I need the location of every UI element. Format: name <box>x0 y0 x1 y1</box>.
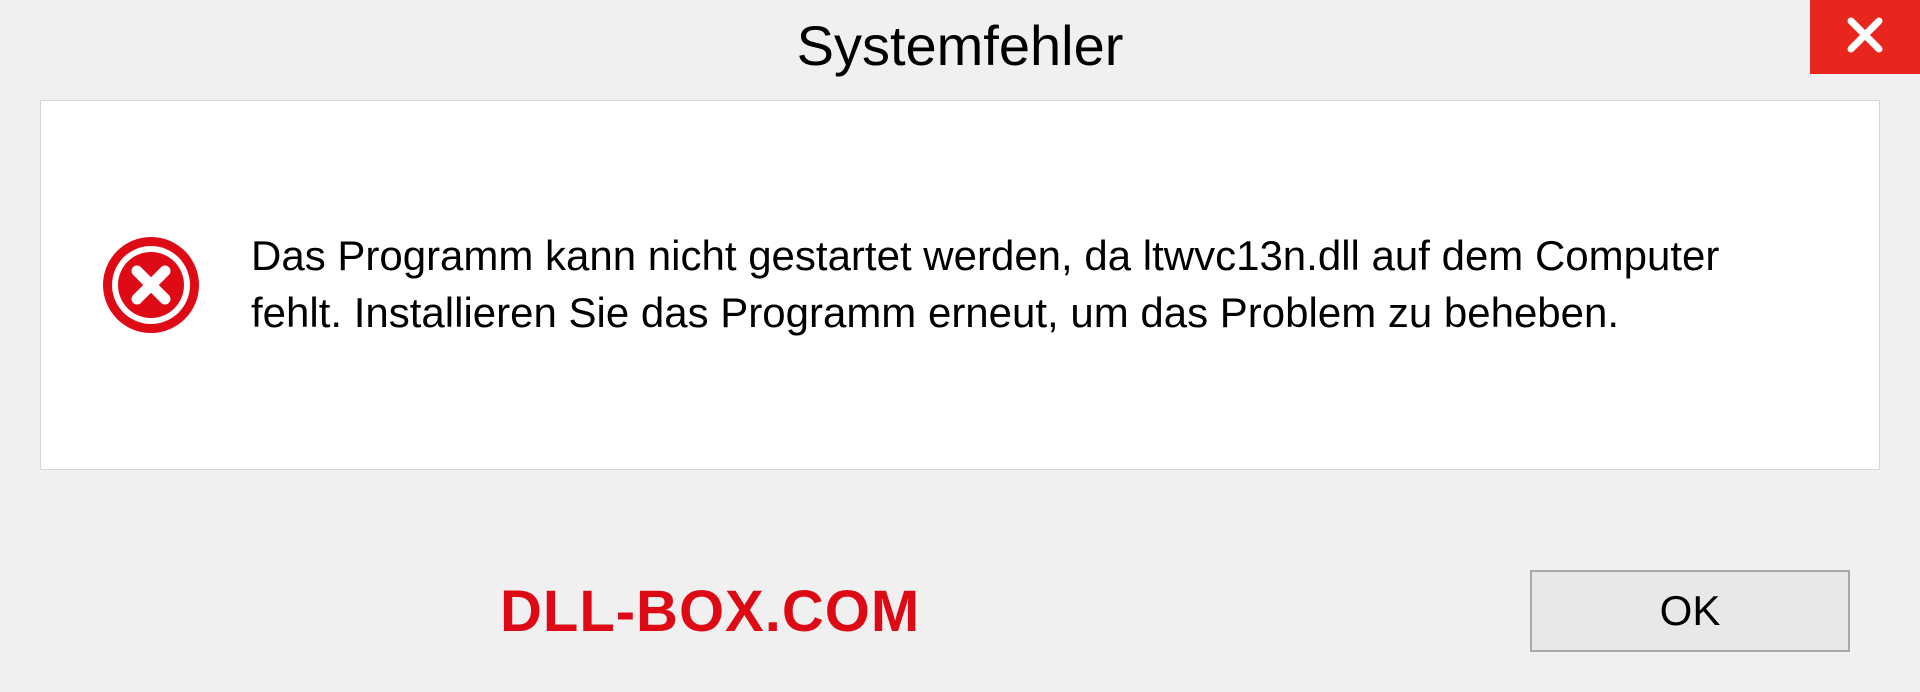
error-icon <box>101 235 201 335</box>
watermark-text: DLL-BOX.COM <box>500 578 920 645</box>
ok-button[interactable]: OK <box>1530 570 1850 652</box>
close-button[interactable] <box>1810 0 1920 74</box>
dialog-title: Systemfehler <box>797 13 1124 78</box>
footer: DLL-BOX.COM OK <box>0 570 1920 652</box>
error-dialog: Systemfehler Das Programm kann nicht ges… <box>0 0 1920 692</box>
titlebar: Systemfehler <box>0 0 1920 90</box>
close-icon <box>1845 15 1885 60</box>
error-message: Das Programm kann nicht gestartet werden… <box>251 228 1819 341</box>
content-panel: Das Programm kann nicht gestartet werden… <box>40 100 1880 470</box>
